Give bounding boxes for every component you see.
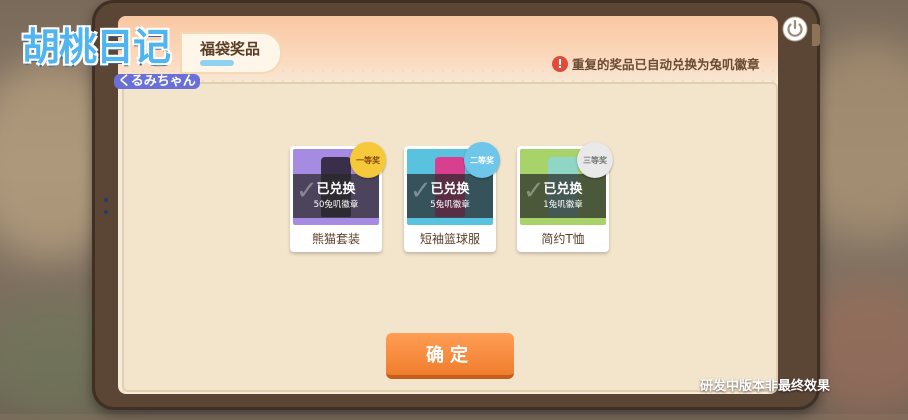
rank-badge: 一等奖 — [350, 142, 386, 178]
redeemed-status: 已兑换 — [430, 182, 470, 197]
title-accent-bar — [200, 60, 234, 66]
exchange-value: 5兔叽徽章 — [430, 200, 470, 210]
rank-badge: 二等奖 — [464, 142, 500, 178]
tablet-side-tab — [812, 24, 820, 46]
exchange-value: 1兔叽徽章 — [543, 200, 583, 210]
camera-dot — [104, 210, 108, 214]
logo-subtitle: くるみちゃん — [114, 74, 200, 89]
exclamation-icon: ! — [552, 55, 568, 72]
rank-badge: 三等奖 — [577, 142, 613, 178]
reward-name: 熊猫套装 — [311, 232, 360, 246]
notice-text: 重复的奖品已自动兑换为兔叽徽章 — [572, 57, 760, 72]
duplicate-notice: ! 重复的奖品已自动兑换为兔叽徽章 — [552, 54, 760, 73]
reward-card-third[interactable]: ✓ 已兑换 1兔叽徽章 简约T恤 三等奖 — [517, 142, 613, 252]
reward-card-first[interactable]: ✓ 已兑换 50兔叽徽章 熊猫套装 一等奖 — [290, 142, 386, 252]
dev-watermark: 研发中版本非最终效果 — [700, 379, 831, 394]
reward-name: 简约T恤 — [541, 232, 585, 246]
reward-name: 短袖篮球服 — [419, 232, 480, 246]
camera-dot — [104, 198, 108, 202]
exchange-value: 50兔叽徽章 — [313, 200, 359, 210]
confirm-button[interactable]: 确定 — [386, 333, 514, 379]
reward-card-second[interactable]: ✓ 已兑换 5兔叽徽章 短袖篮球服 二等奖 — [404, 142, 500, 252]
redeemed-status: 已兑换 — [543, 182, 583, 197]
power-button[interactable] — [780, 14, 810, 44]
power-icon — [782, 16, 808, 42]
page-title: 福袋奖品 — [200, 40, 261, 58]
redeemed-status: 已兑换 — [316, 182, 356, 197]
logo-title: 胡桃日记 — [22, 25, 171, 69]
